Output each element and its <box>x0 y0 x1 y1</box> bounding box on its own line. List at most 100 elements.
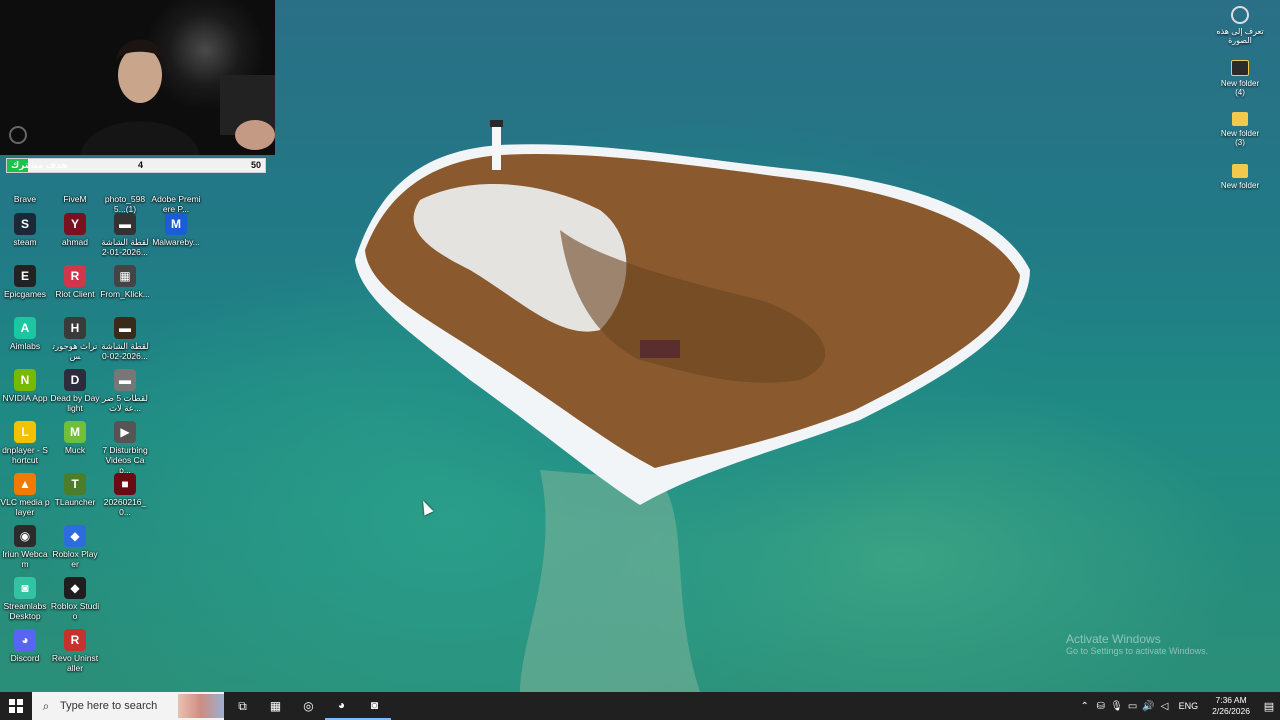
desktop-icon-video-file[interactable]: ■ 20260216_0... <box>100 473 150 517</box>
video-file-icon: ▶ <box>114 421 136 443</box>
desktop-icon-streamlabs[interactable]: ◙ Streamlabs Desktop <box>0 577 50 621</box>
dbd-icon: D <box>64 369 86 391</box>
desktop-icon-nvidia[interactable]: N NVIDIA App <box>0 369 50 403</box>
riot-icon: R <box>64 265 86 287</box>
desktop-icon-new-folder-4[interactable]: New folder (4) <box>1215 60 1265 97</box>
desktop-icon-label: Streamlabs Desktop <box>3 601 47 621</box>
desktop-icon-label: Roblox Player <box>52 549 98 569</box>
image-file-icon: ▬ <box>114 369 136 391</box>
taskbar-pinned-apps: ⧉ ▦ ◎ ◕ ◙ <box>226 692 391 720</box>
folder-icon <box>1232 164 1248 178</box>
notification-icon[interactable]: ▤ <box>1258 700 1280 713</box>
watermark-subtitle: Go to Settings to activate Windows. <box>1066 646 1209 656</box>
desktop-icon-dbd[interactable]: D Dead by Daylight <box>50 369 100 413</box>
task-view-icon: ⧉ <box>238 698 247 713</box>
language-indicator[interactable]: ENG <box>1179 701 1199 711</box>
desktop-icon-label: ahmad <box>62 237 88 247</box>
desktop-icon-photo[interactable]: ▣photo_5985...(1) <box>100 170 150 214</box>
folder-icon <box>1231 60 1249 76</box>
desktop-icon-label: New folder <box>1220 181 1260 190</box>
windows-logo-icon <box>9 699 23 713</box>
taskbar-search-box[interactable]: ⌕ Type here to search <box>32 692 224 720</box>
desktop-icon-muck[interactable]: M Muck <box>50 421 100 455</box>
desktop-icon-arabic-item[interactable]: تعرف إلى هذه الصورة <box>1215 6 1265 45</box>
chevron-up-icon[interactable]: ⌃ <box>1077 701 1093 712</box>
desktop-icon-ldplayer[interactable]: Ldnplayer - Shortcut <box>0 421 50 465</box>
desktop-icon-screenshot2[interactable]: ▬ لقطة الشاشة 2026-02-0... <box>100 317 150 361</box>
taskbar: ⌕ Type here to search ⧉ ▦ ◎ ◕ ◙ ⌃ ⛁ 🎙 ▭ 🔊 ◁ … <box>0 692 1280 720</box>
desktop-icon-hogwarts[interactable]: H تراث هوجورتس <box>50 317 100 361</box>
desktop-icon-label: Iriun Webcam <box>2 549 48 569</box>
vlc-icon: ▲ <box>14 473 36 495</box>
desktop-icon-label: Discord <box>10 653 40 663</box>
streamlabs-icon: ◙ <box>370 698 379 712</box>
volume-icon[interactable]: 🔊 <box>1141 701 1157 712</box>
desktop-icon-screenshot1[interactable]: ▬ لقطة الشاشة 2026-01-2... <box>100 213 150 257</box>
clock[interactable]: 7:36 AM 2/26/2026 <box>1212 695 1250 717</box>
taskbar-chrome-button[interactable]: ◎ <box>292 692 325 720</box>
speaker-icon[interactable]: ◁ <box>1157 701 1173 712</box>
desktop-icon-steam[interactable]: Ssteam <box>0 213 50 247</box>
desktop-icon-revo[interactable]: R Revo Uninstaller <box>50 629 100 673</box>
desktop-icon-new-folder-3[interactable]: New folder (3) <box>1215 112 1265 147</box>
desktop-icon-fivem[interactable]: FFiveM <box>50 170 100 204</box>
taskbar-streamlabs-tb-button[interactable]: ◙ <box>358 692 391 720</box>
desktop-icon-label: Malwareby... <box>152 237 200 247</box>
desktop-icon-epic[interactable]: E Epicgames <box>0 265 50 299</box>
revo-icon: R <box>64 629 86 651</box>
taskbar-discord-tb-button[interactable]: ◕ <box>325 692 358 720</box>
desktop-icon-new-folder[interactable]: New folder <box>1215 164 1265 190</box>
desktop-icon-label: 7 Disturbing Videos Cap... <box>102 445 148 475</box>
desktop-icon-from-klick[interactable]: ▦ From_Klick... <box>100 265 150 299</box>
chrome-icon: ◎ <box>303 699 314 713</box>
roblox-icon: ◆ <box>64 525 86 547</box>
start-button[interactable] <box>0 692 32 720</box>
webcam-person <box>9 39 275 155</box>
desktop-icon-roblox-player[interactable]: ◆ Roblox Player <box>50 525 100 569</box>
desktop-icon-premiere[interactable]: PrAdobe Premiere P... <box>151 170 201 214</box>
usb-icon[interactable]: ⛁ <box>1093 701 1109 712</box>
clock-time: 7:36 AM <box>1215 695 1247 705</box>
microphone-icon[interactable]: 🎙 <box>1109 701 1125 712</box>
desktop-icon-label: New folder (3) <box>1220 129 1260 147</box>
watermark-title: Activate Windows <box>1066 632 1161 646</box>
desktop-icon-riot[interactable]: R Riot Client <box>50 265 100 299</box>
desktop-icon-ahmad[interactable]: Yahmad <box>50 213 100 247</box>
network-icon[interactable]: ▭ <box>1125 701 1141 712</box>
desktop-icon-label: From_Klick... <box>100 289 150 299</box>
discord-icon: ◕ <box>14 629 36 651</box>
desktop-icon-aimlabs[interactable]: A Aimlabs <box>0 317 50 351</box>
desktop-icon-label: Dead by Daylight <box>50 393 100 413</box>
muck-icon: M <box>64 421 86 443</box>
image-file-icon: ▬ <box>114 213 136 235</box>
streamlabs-icon: ◙ <box>14 577 36 599</box>
webcam-overlay <box>0 0 275 155</box>
desktop-icon-label: Revo Uninstaller <box>51 653 99 673</box>
taskbar-store-button[interactable]: ▦ <box>259 692 292 720</box>
desktop-icon-malwarebytes[interactable]: M Malwareby... <box>151 213 201 247</box>
desktop-icon-roblox-studio[interactable]: ◆ Roblox Studio <box>50 577 100 621</box>
hogwarts-icon: H <box>64 317 86 339</box>
image-file-icon: ▬ <box>114 317 136 339</box>
file-icon: ▦ <box>114 265 136 287</box>
desktop-icon-label: Muck <box>64 445 86 455</box>
desktop-icon-label: لقطة الشاشة 2026-02-0... <box>101 341 149 361</box>
epic-games-icon: E <box>14 265 36 287</box>
tlauncher-icon: T <box>64 473 86 495</box>
video-file-icon: ■ <box>114 473 136 495</box>
desktop-icon-disturbing[interactable]: ▶ 7 Disturbing Videos Cap... <box>100 421 150 475</box>
desktop-icon-clips5[interactable]: ▬ لقطات 5 ضرعة لات... <box>100 369 150 413</box>
desktop-icon-discord[interactable]: ◕ Discord <box>0 629 50 663</box>
store-icon: ▦ <box>269 699 282 713</box>
taskbar-task-view-button[interactable]: ⧉ <box>226 692 259 720</box>
desktop-icon-brave[interactable]: BBrave <box>0 170 50 204</box>
desktop-icon-label: Adobe Premiere P... <box>151 194 201 214</box>
search-highlight-art <box>178 694 224 718</box>
iriun-icon: ◉ <box>14 525 36 547</box>
search-icon: ⌕ <box>42 698 50 713</box>
desktop-icon-label: لقطة الشاشة 2026-01-2... <box>101 237 149 257</box>
desktop-icon-tlauncher[interactable]: T TLauncher <box>50 473 100 507</box>
desktop-icon-label: TLauncher <box>54 497 96 507</box>
desktop-icon-vlc[interactable]: ▲ VLC media player <box>0 473 50 517</box>
desktop-icon-iriun[interactable]: ◉ Iriun Webcam <box>0 525 50 569</box>
